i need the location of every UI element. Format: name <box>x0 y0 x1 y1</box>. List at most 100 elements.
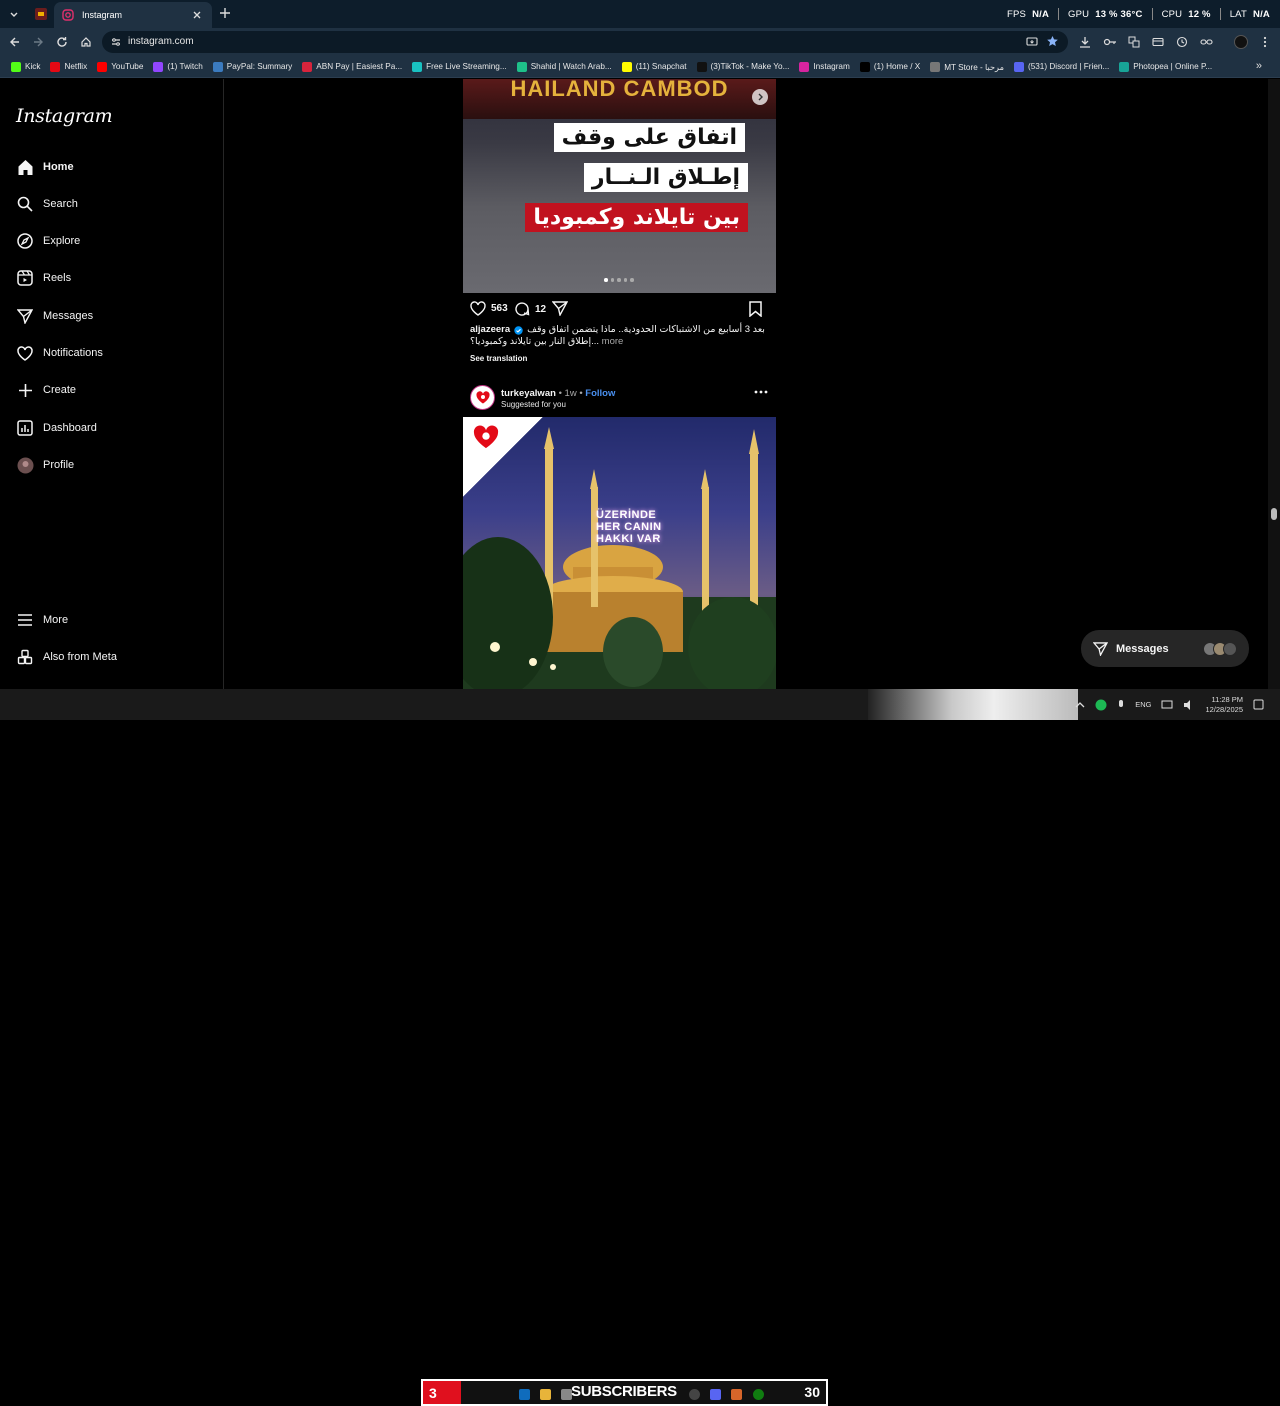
follow-button[interactable]: Follow <box>585 388 615 399</box>
scrollbar-thumb[interactable] <box>1271 508 1277 520</box>
sidebar-item-more[interactable]: More <box>16 608 68 632</box>
taskbar-clock[interactable]: 11:28 PM 12/28/2025 <box>1205 695 1243 715</box>
post-image-headline: اتفاق على وقف <box>553 123 745 152</box>
page-scrollbar[interactable] <box>1268 79 1280 689</box>
bookmark-label: Netflix <box>64 62 88 71</box>
bookmark-item[interactable]: Kick <box>6 58 45 76</box>
tab-close-button[interactable] <box>190 8 204 22</box>
sidebar-item-home[interactable]: Home <box>16 155 74 179</box>
bookmark-item[interactable]: (531) Discord | Frien... <box>1009 58 1114 76</box>
instagram-logo[interactable]: Instagram <box>16 105 113 127</box>
pinned-tab[interactable] <box>31 5 51 23</box>
explore-icon <box>16 232 34 250</box>
xbox-icon[interactable] <box>753 1389 764 1400</box>
see-translation-link[interactable]: See translation <box>470 354 527 363</box>
reload-icon <box>57 37 67 47</box>
tab-instagram[interactable]: Instagram <box>54 2 212 28</box>
post-time: 1w <box>564 388 577 399</box>
speaker-icon[interactable] <box>1183 699 1195 711</box>
bookmark-item[interactable]: Instagram <box>794 58 854 76</box>
url-text[interactable]: instagram.com <box>128 36 194 47</box>
discord-icon[interactable] <box>710 1389 721 1400</box>
bookmark-item[interactable]: (1) Twitch <box>148 58 207 76</box>
site-info-icon[interactable] <box>110 36 122 48</box>
caption-more-link[interactable]: more <box>602 336 624 347</box>
comment-count: 12 <box>535 303 547 315</box>
bookmark-item[interactable]: MT Store - مرحبا <box>925 58 1009 76</box>
like-button[interactable]: 563 <box>470 301 508 316</box>
avatar[interactable] <box>470 385 495 410</box>
sidebar-item-profile[interactable]: Profile <box>16 453 74 477</box>
bookmark-item[interactable]: ABN Pay | Easiest Pa... <box>297 58 407 76</box>
share-button[interactable] <box>552 301 573 316</box>
bookmark-label: (1) Home / X <box>873 62 921 71</box>
credit-card-icon <box>1152 37 1164 47</box>
new-tab-plus-icon[interactable] <box>218 6 232 20</box>
sidebar-item-explore[interactable]: Explore <box>16 229 80 253</box>
taskbar-app-icon[interactable] <box>731 1389 742 1400</box>
sidebar-item-create[interactable]: Create <box>16 378 76 402</box>
post-image-carousel[interactable]: HAILAND CAMBOD اتفاق على وقف إطـلاق الـن… <box>463 79 776 293</box>
save-button[interactable] <box>749 301 767 317</box>
bookmark-item[interactable]: Shahid | Watch Arab... <box>512 58 617 76</box>
bookmark-star-icon[interactable] <box>1046 35 1059 48</box>
bookmark-item[interactable]: (3)TikTok - Make Yo... <box>692 58 795 76</box>
bookmark-item[interactable]: (11) Snapchat <box>617 58 692 76</box>
install-app-icon[interactable] <box>1026 36 1038 48</box>
taskbar-app-icon[interactable] <box>689 1389 700 1400</box>
browser-menu-button[interactable] <box>1257 34 1273 50</box>
cpu-label: CPU <box>1161 8 1183 20</box>
post-username[interactable]: aljazeera <box>470 324 510 336</box>
notification-bell-icon[interactable] <box>1253 699 1264 710</box>
payment-button[interactable] <box>1150 34 1166 50</box>
passwords-button[interactable] <box>1102 34 1118 50</box>
bookmark-item[interactable]: YouTube <box>92 58 148 76</box>
bookmark-item[interactable]: Netflix <box>45 58 92 76</box>
downloads-button[interactable] <box>1077 34 1093 50</box>
post-options-button[interactable] <box>754 390 768 394</box>
forward-button[interactable] <box>30 34 46 50</box>
spotify-icon[interactable] <box>1095 699 1107 711</box>
bookmarks-overflow-button[interactable]: » <box>1256 60 1262 72</box>
chevron-up-icon[interactable] <box>1075 701 1085 709</box>
address-bar[interactable]: instagram.com <box>102 31 1068 53</box>
sidebar-item-reels[interactable]: Reels <box>16 266 71 290</box>
share-link-button[interactable] <box>1198 34 1214 50</box>
bookmark-item[interactable]: PayPal: Summary <box>208 58 298 76</box>
network-icon[interactable] <box>1161 699 1173 711</box>
send-icon <box>1093 641 1108 656</box>
translate-icon <box>1128 36 1140 48</box>
sidebar-item-notifications[interactable]: Notifications <box>16 341 103 365</box>
bookmark-item[interactable]: Photopea | Online P... <box>1114 58 1217 76</box>
bookmark-favicon-icon <box>11 61 21 72</box>
history-button[interactable] <box>1174 34 1190 50</box>
home-button[interactable] <box>78 34 94 50</box>
sidebar-item-messages[interactable]: Messages <box>16 304 93 328</box>
sidebar-item-search[interactable]: Search <box>16 192 78 216</box>
back-button[interactable] <box>7 34 23 50</box>
microphone-icon[interactable] <box>1117 699 1125 711</box>
performance-overlay: FPS N/A GPU 13 % 36°C CPU 12 % LAT N/A <box>1007 8 1270 20</box>
language-indicator[interactable]: ENG <box>1135 700 1151 709</box>
comment-button[interactable]: 12 <box>514 301 546 317</box>
sidebar-item-also-from-meta[interactable]: Also from Meta <box>16 645 117 669</box>
windows-start-icon[interactable] <box>519 1389 530 1400</box>
post-username[interactable]: turkeyalwan <box>501 388 556 399</box>
sidebar-item-dashboard[interactable]: Dashboard <box>16 416 97 440</box>
fps-value: N/A <box>1032 8 1050 20</box>
bookmark-item[interactable]: (1) Home / X <box>855 58 925 76</box>
tab-search-button[interactable] <box>4 5 24 23</box>
translate-button[interactable] <box>1126 34 1142 50</box>
post-image[interactable]: ÜZERİNDE HER CANIN HAKKI VAR <box>463 417 776 689</box>
counter-left: 3 <box>423 1381 461 1404</box>
bookmarks-bar: Kick Netflix YouTube (1) Twitch PayPal: Summ… <box>0 56 1280 78</box>
sign-text: ÜZERİNDE <box>596 509 657 521</box>
profile-button[interactable] <box>1233 34 1249 50</box>
reload-button[interactable] <box>54 34 70 50</box>
system-tray: ENG 11:28 PM 12/28/2025 <box>1075 689 1264 720</box>
meta-apps-icon <box>16 648 34 666</box>
bookmark-item[interactable]: Free Live Streaming... <box>407 58 512 76</box>
carousel-next-button[interactable] <box>752 89 768 105</box>
messages-floating-button[interactable]: Messages <box>1081 630 1249 667</box>
file-explorer-icon[interactable] <box>540 1389 551 1400</box>
